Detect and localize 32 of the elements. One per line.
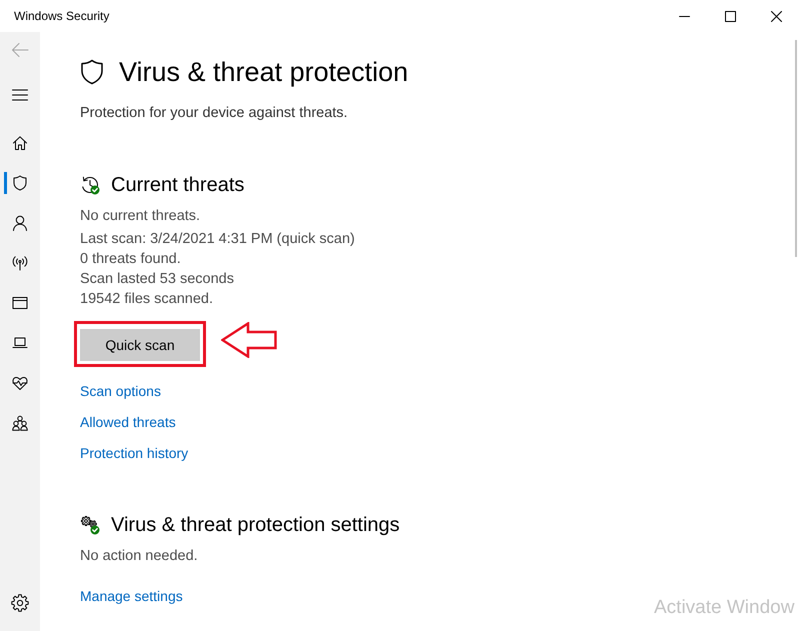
- scan-detail: Scan lasted 53 seconds: [80, 270, 234, 289]
- antenna-icon: [12, 255, 28, 271]
- activation-notice: Activate Window: [654, 596, 794, 620]
- text-link[interactable]: Scan options: [80, 381, 161, 401]
- heart-pulse-icon: [12, 375, 28, 391]
- section-heading: Virus & threat protection settings: [111, 513, 400, 538]
- text-link[interactable]: Allowed threats: [80, 412, 176, 432]
- scan-detail: 19542 files scanned.: [80, 290, 214, 309]
- laptop-icon: [12, 335, 28, 351]
- page-title: Virus & threat protection: [119, 56, 408, 89]
- people-icon: [12, 415, 28, 431]
- quick-scan-button[interactable]: Quick scan: [80, 329, 200, 361]
- text-link[interactable]: Protection history: [80, 443, 188, 463]
- settings-icon: [11, 594, 29, 612]
- status-text: No action needed.: [80, 547, 198, 566]
- maximize-icon: [724, 10, 736, 22]
- shield-icon: [12, 175, 28, 191]
- scrollbar-thumb[interactable]: [795, 40, 797, 257]
- shield-icon: [80, 59, 104, 85]
- page-subtitle: Protection for your device against threats.: [80, 104, 348, 123]
- close-icon: [770, 10, 782, 22]
- back-arrow-icon: [11, 42, 29, 58]
- text-link[interactable]: Manage settings: [80, 586, 183, 606]
- scan-detail: Last scan: 3/24/2021 4:31 PM (quick scan): [80, 230, 355, 249]
- status-text: No current threats.: [80, 207, 200, 226]
- window-title: Windows Security: [14, 8, 110, 24]
- person-icon: [12, 215, 28, 231]
- house-icon: [12, 135, 28, 151]
- section-heading: Current threats: [111, 173, 244, 198]
- scan-detail: 0 threats found.: [80, 250, 181, 269]
- menu-icon: [12, 89, 28, 101]
- window-icon: [12, 295, 28, 311]
